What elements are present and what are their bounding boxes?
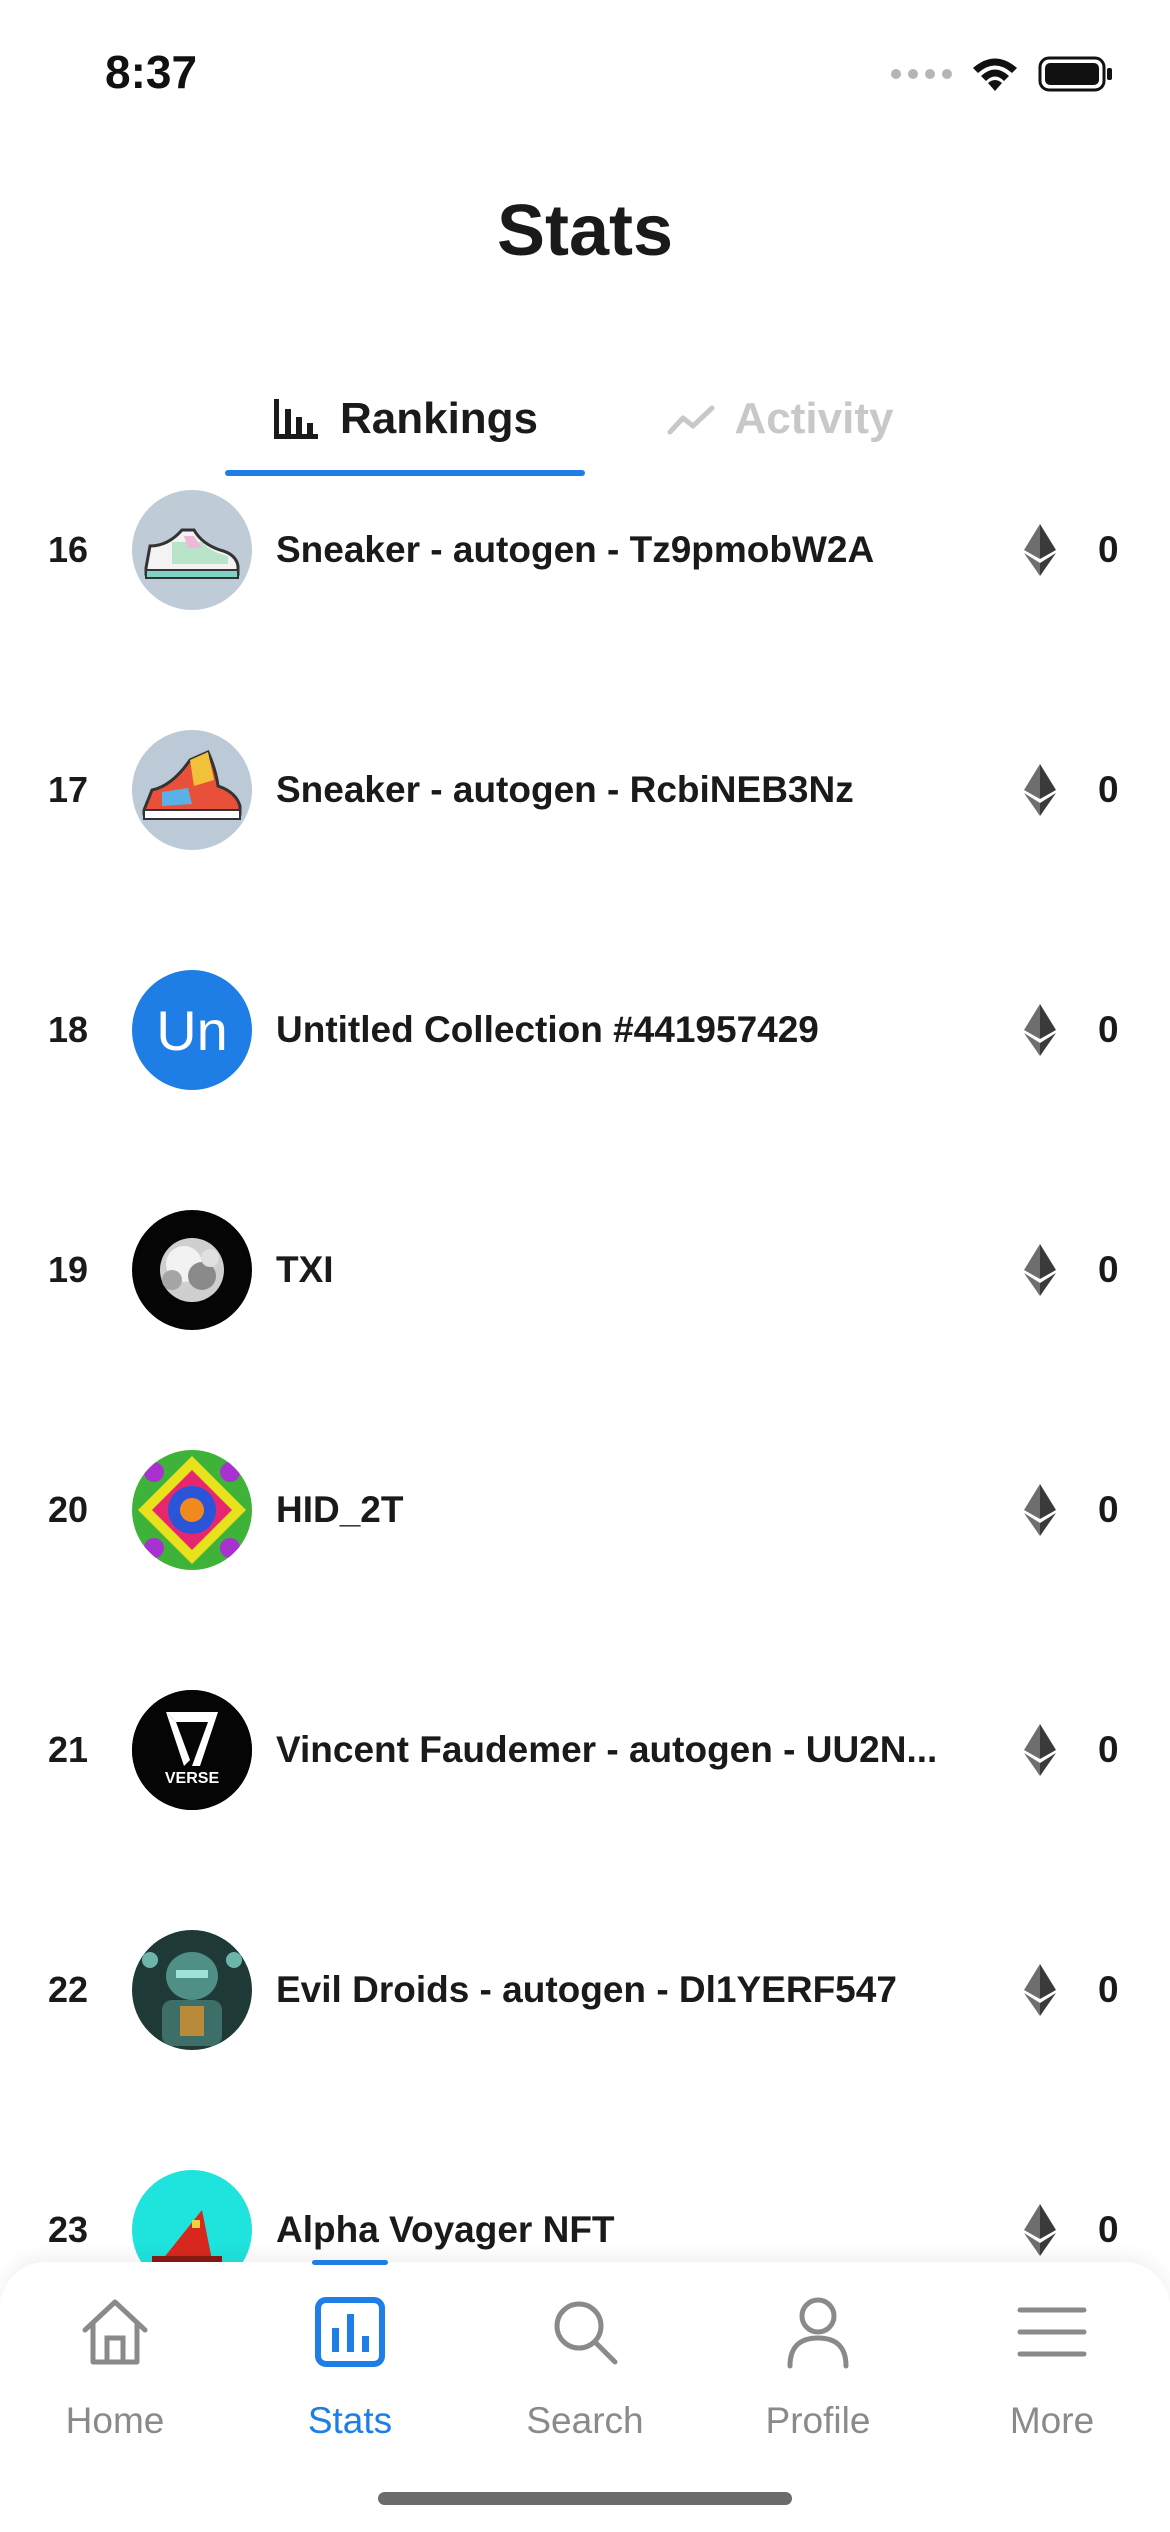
ethereum-icon [1024,2204,1056,2256]
stats-icon [315,2297,385,2367]
search-icon [554,2301,618,2365]
voyager-image [132,2170,252,2265]
floor-price-value: 0 [1098,1489,1119,1530]
trend-icon [667,405,715,435]
tab-activity-label: Activity [734,394,894,443]
collection-name: Vincent Faudemer - autogen - UU2N... [276,1729,938,1770]
ranking-row[interactable]: 22 Evil Droids - autogen - Dl1YERF547 0 [0,1930,1170,2050]
collection-avatar [132,1210,252,1330]
rankings-list[interactable]: 16 Sneaker - autogen - Tz9pmobW2A 0 17 S… [0,490,1170,2265]
rank-number: 21 [48,1729,89,1770]
profile-icon [787,2297,849,2369]
floor-price-value: 0 [1098,1009,1119,1050]
tab-bar: Rankings Activity [0,360,1170,478]
tab-activity[interactable]: Activity [640,360,920,478]
home-icon [82,2299,148,2365]
collection-name: TXI [276,1249,334,1290]
home-indicator [378,2492,792,2505]
wifi-icon [973,58,1017,91]
floor-price-value: 0 [1098,2209,1119,2250]
nav-more-label: More [1009,2400,1095,2441]
nav-home[interactable]: Home [15,2292,215,2462]
sneaker-image [132,730,252,850]
ethereum-icon [1024,524,1056,576]
tab-rankings[interactable]: Rankings [225,360,585,478]
menu-icon [1017,2307,1087,2357]
ranking-row[interactable]: 19 TXI 0 [0,1210,1170,1330]
collection-name: Untitled Collection #441957429 [276,1009,819,1050]
floor-price-value: 0 [1098,1969,1119,2010]
collection-name: HID_2T [276,1489,404,1530]
collection-name: Sneaker - autogen - Tz9pmobW2A [276,529,875,570]
ethereum-icon [1024,1484,1056,1536]
ranking-row[interactable]: 16 Sneaker - autogen - Tz9pmobW2A 0 [0,490,1170,610]
collection-avatar [132,1930,252,2050]
nav-more[interactable]: More [952,2292,1152,2462]
ranking-row[interactable]: 23 Alpha Voyager NFT 0 [0,2170,1170,2265]
ethereum-icon [1024,1244,1056,1296]
ethereum-icon [1024,1004,1056,1056]
sneaker-image [132,490,252,610]
ethereum-icon [1024,1964,1056,2016]
nav-profile-label: Profile [765,2400,871,2441]
rank-number: 22 [48,1969,89,2010]
nav-stats-label: Stats [307,2400,393,2441]
collection-name: Evil Droids - autogen - Dl1YERF547 [276,1969,897,2010]
nav-search[interactable]: Search [485,2292,685,2462]
status-bar: 8:37 [0,0,1170,150]
battery-icon [1038,56,1112,92]
active-tab-indicator [225,470,585,476]
collection-avatar: Un [132,970,252,1090]
nav-profile[interactable]: Profile [718,2292,918,2462]
rank-number: 16 [48,529,89,570]
ethereum-icon [1024,764,1056,816]
nav-stats[interactable]: Stats [250,2292,450,2462]
collection-avatar [132,2170,252,2265]
floor-price-value: 0 [1098,769,1119,810]
status-icons [891,52,1114,96]
ranking-row[interactable]: 21 VERSE Vincent Faudemer - autogen - UU… [0,1690,1170,1810]
collection-name: Alpha Voyager NFT [276,2209,615,2250]
kaleidoscope-image [132,1450,252,1570]
tab-rankings-label: Rankings [339,394,539,443]
rank-number: 18 [48,1009,89,1050]
verse-logo-text: VERSE [164,1770,220,1787]
collection-name: Sneaker - autogen - RcbiNEB3Nz [276,769,854,810]
floor-price-value: 0 [1098,1729,1119,1770]
collection-avatar: VERSE [132,1690,252,1810]
avatar-initials: Un [156,998,228,1062]
floor-price-value: 0 [1098,529,1119,570]
rank-number: 23 [48,2209,89,2250]
rank-number: 20 [48,1489,89,1530]
ranking-row[interactable]: 18 Un Untitled Collection #441957429 0 [0,970,1170,1090]
ranking-row[interactable]: 20 HID_2T 0 [0,1450,1170,1570]
ethereum-icon [1024,1724,1056,1776]
nav-search-label: Search [526,2400,644,2441]
ranking-row[interactable]: 17 Sneaker - autogen - RcbiNEB3Nz 0 [0,730,1170,850]
collection-avatar [132,1450,252,1570]
collection-avatar [132,730,252,850]
rank-number: 17 [48,769,89,810]
page-title: Stats [496,191,674,271]
rank-number: 19 [48,1249,89,1290]
floor-price-value: 0 [1098,1249,1119,1290]
nav-active-indicator [312,2260,388,2265]
bar-chart-icon [273,399,318,439]
nav-home-label: Home [65,2400,165,2441]
cloud-orb-image [132,1210,252,1330]
collection-avatar [132,490,252,610]
droid-image [132,1930,252,2050]
verse-logo [132,1690,252,1810]
status-time: 8:37 [105,46,198,98]
signal-icon [891,69,952,79]
